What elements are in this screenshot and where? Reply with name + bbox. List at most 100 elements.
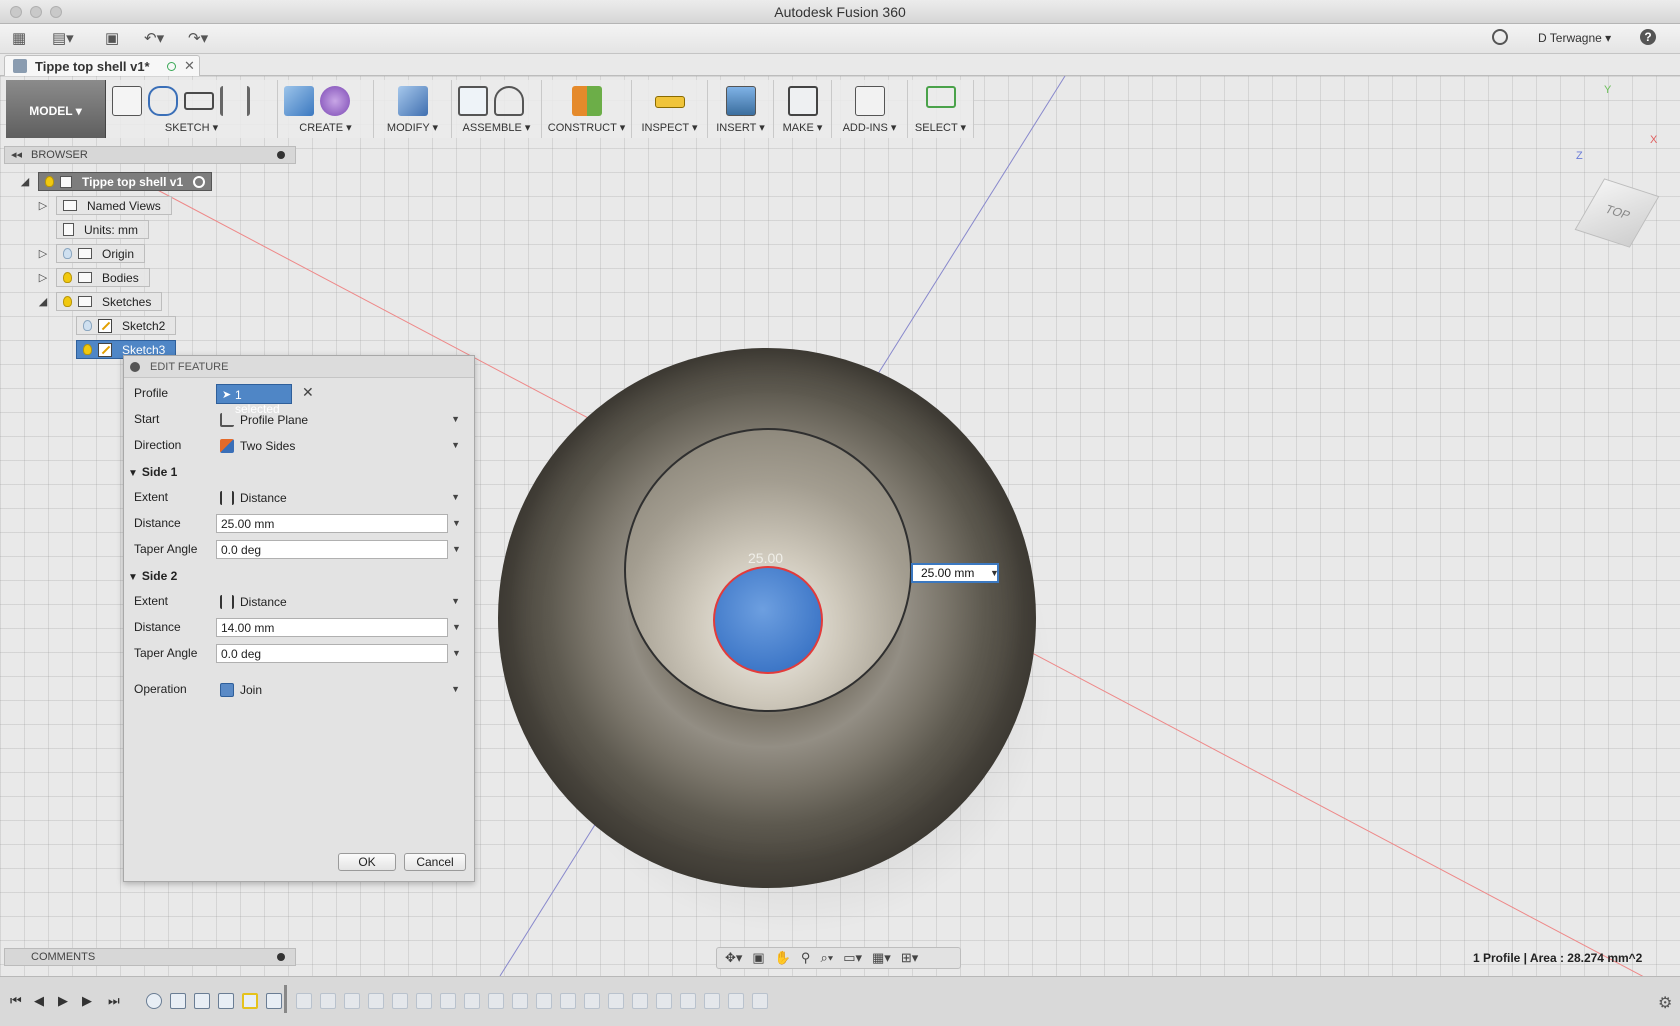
insert-image-icon[interactable] xyxy=(725,86,756,116)
browser-panel-header[interactable]: ◂◂ BROWSER xyxy=(4,146,296,164)
distance-manipulator-dropdown[interactable]: ▼ xyxy=(990,564,1000,582)
modify-group[interactable]: MODIFY ▾ xyxy=(374,80,452,138)
insert-group[interactable]: INSERT ▾ xyxy=(708,80,774,138)
3d-print-icon[interactable] xyxy=(787,86,818,116)
fit-icon[interactable]: ⌕▾ xyxy=(820,950,833,966)
construct-group[interactable]: CONSTRUCT ▾ xyxy=(542,80,632,138)
tree-item-units[interactable]: Units: mm xyxy=(36,220,236,240)
close-tab-icon[interactable]: ✕ xyxy=(184,58,195,74)
make-group[interactable]: MAKE ▾ xyxy=(774,80,832,138)
pan-icon[interactable]: ✋ xyxy=(775,950,791,966)
selected-profile[interactable] xyxy=(713,566,823,674)
offset-plane-icon[interactable] xyxy=(571,86,602,116)
visibility-bulb-icon[interactable] xyxy=(63,296,72,307)
go-to-start-icon[interactable]: ⏮ xyxy=(10,993,22,1009)
side2-section-header[interactable]: ▼ Side 2 xyxy=(128,569,177,583)
timeline-feature-suppressed[interactable] xyxy=(416,993,432,1009)
timeline-feature-suppressed[interactable] xyxy=(440,993,456,1009)
chevron-down-icon[interactable]: ▼ xyxy=(452,518,461,528)
step-back-icon[interactable]: ◀ xyxy=(34,993,44,1009)
inspect-group[interactable]: INSPECT ▾ xyxy=(632,80,708,138)
collapse-triangle-icon[interactable]: ◢ xyxy=(36,295,50,308)
timeline-feature-sphere[interactable] xyxy=(146,993,162,1009)
rectangle-icon[interactable] xyxy=(184,92,214,110)
cancel-button[interactable]: Cancel xyxy=(404,853,466,871)
direction-dropdown[interactable]: Two Sides ▼ xyxy=(216,436,462,455)
timeline-feature-suppressed[interactable] xyxy=(752,993,768,1009)
visibility-bulb-icon[interactable] xyxy=(63,248,72,259)
side2-extent-dropdown[interactable]: Distance ▼ xyxy=(216,592,462,611)
assemble-group[interactable]: ASSEMBLE ▾ xyxy=(452,80,542,138)
timeline-feature-suppressed[interactable] xyxy=(488,993,504,1009)
help-icon[interactable]: ? xyxy=(1640,29,1656,45)
tree-item-bodies[interactable]: ▷ Bodies xyxy=(36,268,236,288)
tree-item-sketches[interactable]: ◢ Sketches xyxy=(36,292,236,312)
operation-dropdown[interactable]: Join ▼ xyxy=(216,680,462,699)
visibility-bulb-icon[interactable] xyxy=(63,272,72,283)
undo-icon[interactable]: ↶▾ xyxy=(144,30,164,48)
step-forward-icon[interactable]: ▶ xyxy=(82,993,92,1009)
line-icon[interactable] xyxy=(148,86,178,116)
scripts-icon[interactable] xyxy=(854,86,885,116)
orbit-icon[interactable]: ✥▾ xyxy=(725,950,742,966)
timeline-feature-suppressed[interactable] xyxy=(464,993,480,1009)
extrude-icon[interactable] xyxy=(284,86,314,116)
look-at-icon[interactable]: ▣ xyxy=(752,950,764,966)
new-component-icon[interactable] xyxy=(458,86,488,116)
timeline-feature-sketch[interactable] xyxy=(194,993,210,1009)
side1-taper-input[interactable]: 0.0 deg xyxy=(216,540,448,559)
create-sketch-icon[interactable] xyxy=(112,86,142,116)
collapse-dialog-icon[interactable] xyxy=(130,362,140,372)
timeline-settings-gear-icon[interactable]: ⚙ xyxy=(1658,993,1672,1013)
timeline-feature-suppressed[interactable] xyxy=(512,993,528,1009)
visibility-bulb-icon[interactable] xyxy=(83,320,92,331)
data-panel-grid-icon[interactable]: ▦ xyxy=(12,30,26,48)
play-icon[interactable]: ▶ xyxy=(58,993,68,1009)
tree-item-origin[interactable]: ▷ Origin xyxy=(36,244,236,264)
timeline-feature-suppressed[interactable] xyxy=(632,993,648,1009)
collapse-triangle-icon[interactable]: ◢ xyxy=(18,175,32,188)
side1-distance-input[interactable]: 25.00 mm xyxy=(216,514,448,533)
timeline-feature-suppressed[interactable] xyxy=(344,993,360,1009)
timeline-feature-suppressed[interactable] xyxy=(320,993,336,1009)
timeline-feature-suppressed[interactable] xyxy=(560,993,576,1009)
side2-distance-input[interactable]: 14.00 mm xyxy=(216,618,448,637)
expand-triangle-icon[interactable]: ▷ xyxy=(36,247,50,260)
add-ins-group[interactable]: ADD-INS ▾ xyxy=(832,80,908,138)
timeline-feature-current-extrude[interactable] xyxy=(266,993,282,1009)
workspace-switcher[interactable]: MODEL ▾ xyxy=(6,80,106,138)
viewports-icon[interactable]: ⊞▾ xyxy=(901,950,918,966)
timeline-feature-suppressed[interactable] xyxy=(392,993,408,1009)
visibility-bulb-icon[interactable] xyxy=(83,344,92,355)
press-pull-icon[interactable] xyxy=(397,86,428,116)
zoom-icon[interactable]: ⚲ xyxy=(801,950,811,966)
save-icon[interactable]: ▣ xyxy=(105,30,119,48)
collapse-browser-icon[interactable]: ◂◂ xyxy=(11,148,22,161)
measure-icon[interactable] xyxy=(654,96,685,108)
timeline-feature-suppressed[interactable] xyxy=(584,993,600,1009)
tree-item-named-views[interactable]: ▷ Named Views xyxy=(36,196,236,216)
timeline-feature-suppressed[interactable] xyxy=(704,993,720,1009)
file-menu-icon[interactable]: ▤▾ xyxy=(52,30,74,48)
ok-button[interactable]: OK xyxy=(338,853,396,871)
timeline-feature-suppressed[interactable] xyxy=(728,993,744,1009)
display-settings-icon[interactable]: ▭▾ xyxy=(843,950,862,966)
chevron-down-icon[interactable]: ▼ xyxy=(452,622,461,632)
timeline-feature-body[interactable] xyxy=(170,993,186,1009)
timeline-feature-suppressed[interactable] xyxy=(608,993,624,1009)
comments-pin-icon[interactable] xyxy=(277,953,285,961)
side2-taper-input[interactable]: 0.0 deg xyxy=(216,644,448,663)
create-group[interactable]: CREATE ▾ xyxy=(278,80,374,138)
browser-pin-icon[interactable] xyxy=(277,151,285,159)
timeline-feature-suppressed[interactable] xyxy=(368,993,384,1009)
clear-selection-icon[interactable]: ✕ xyxy=(302,384,314,401)
visibility-bulb-icon[interactable] xyxy=(45,176,54,187)
chevron-down-icon[interactable]: ▼ xyxy=(452,544,461,554)
sketch-group[interactable]: SKETCH ▾ xyxy=(106,80,278,138)
side1-extent-dropdown[interactable]: Distance ▼ xyxy=(216,488,462,507)
timeline-feature-suppressed[interactable] xyxy=(680,993,696,1009)
start-dropdown[interactable]: Profile Plane ▼ xyxy=(216,410,462,429)
tree-item-sketch2[interactable]: Sketch2 xyxy=(56,316,256,336)
dialog-header[interactable]: EDIT FEATURE xyxy=(124,356,474,378)
go-to-end-icon[interactable]: ⏭ xyxy=(108,993,120,1009)
